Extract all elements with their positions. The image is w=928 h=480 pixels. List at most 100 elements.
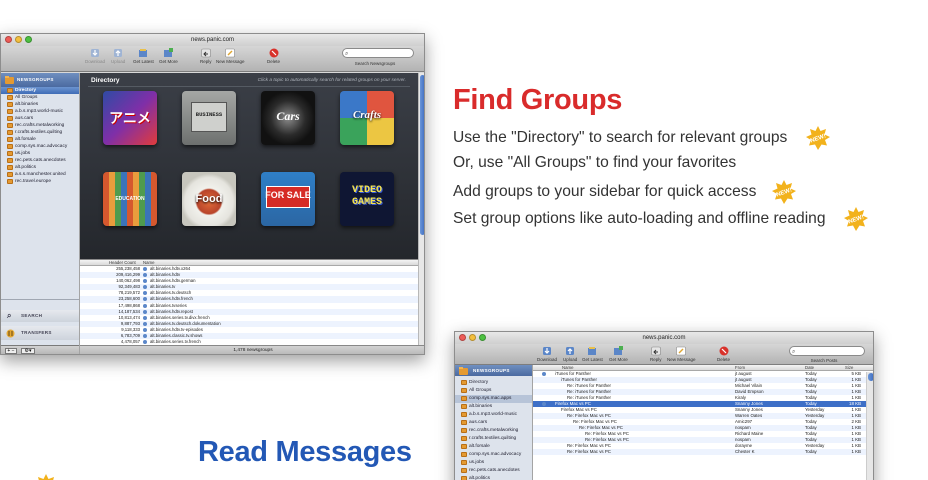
sidebar-item[interactable]: a.b.s.mp3.world-music — [1, 108, 79, 115]
directory-tile-forsale[interactable]: FOR SALE — [261, 172, 315, 226]
gear-icon[interactable]: ⚙▾ — [21, 348, 35, 354]
get-more-button[interactable]: Get More — [159, 47, 178, 65]
sidebar-item[interactable]: rec.pets.cats.anecdotes — [1, 157, 79, 164]
column-header-name[interactable]: Name — [143, 260, 154, 265]
column-header-name[interactable]: Name — [562, 365, 573, 370]
sidebar-item[interactable]: alt.binaries — [455, 403, 532, 411]
sidebar-item[interactable]: rec.crafts.metalworking — [455, 427, 532, 435]
download-icon — [90, 47, 101, 58]
sidebar-item[interactable]: alt.politics — [455, 475, 532, 480]
sidebar-item[interactable]: Directory — [1, 87, 79, 94]
close-button[interactable] — [459, 334, 466, 341]
sidebar-item[interactable]: Directory — [455, 379, 532, 387]
sidebar-section-newsgroups[interactable]: NEWSGROUPS — [455, 365, 532, 376]
sidebar-item[interactable]: a.b.s.mp3.world-music — [455, 411, 532, 419]
sidebar-item[interactable]: All Groups — [1, 94, 79, 101]
sidebar-item[interactable]: alt.forsale — [455, 443, 532, 451]
add-remove-button[interactable]: + − — [5, 348, 17, 354]
group-info-icon[interactable] — [143, 309, 147, 314]
message-list: Name From Date Size iTunes for Panther jt… — [533, 365, 873, 480]
group-info-icon[interactable] — [143, 297, 147, 302]
message-row[interactable]: Re: Firefox Mac vs PC Chester K Today 1 KB — [533, 449, 873, 455]
group-info-icon[interactable] — [143, 291, 147, 296]
sidebar-item[interactable]: comp.sys.mac.advocacy — [455, 451, 532, 459]
group-info-icon[interactable] — [143, 303, 147, 308]
upload-button[interactable]: Upload — [563, 345, 577, 363]
sidebar-item[interactable]: alt.binaries — [1, 101, 79, 108]
sidebar-item[interactable]: aus.cars — [1, 115, 79, 122]
group-info-icon[interactable] — [143, 321, 147, 326]
group-info-icon[interactable] — [143, 340, 147, 345]
directory-tile-business[interactable]: BUSINESS — [182, 91, 236, 145]
directory-tile-crafts[interactable]: Crafts — [340, 91, 394, 145]
new-badge-icon: NEW! — [772, 180, 796, 204]
sidebar-item[interactable]: aus.cars — [455, 419, 532, 427]
sidebar-item[interactable]: rec.crafts.metalworking — [1, 122, 79, 129]
sidebar-section-transfers[interactable]: TRANSFERS — [1, 326, 79, 340]
new-message-button[interactable]: New Message — [216, 47, 245, 65]
folder-icon — [7, 172, 13, 177]
group-info-icon[interactable] — [143, 315, 147, 320]
directory-tile-education[interactable]: EDUCATION — [103, 172, 157, 226]
new-message-button[interactable]: New Message — [667, 345, 696, 363]
delete-button[interactable]: Delete — [267, 47, 280, 65]
sidebar-item[interactable]: All Groups — [455, 387, 532, 395]
folder-icon — [461, 428, 467, 433]
column-header-date[interactable]: Date — [805, 365, 814, 370]
group-info-icon[interactable] — [143, 327, 147, 332]
search-posts-input[interactable]: ⌕ — [789, 346, 865, 356]
download-button[interactable]: Download — [537, 345, 557, 363]
column-header-count[interactable]: Header Count — [109, 260, 136, 265]
search-newsgroups-input[interactable]: ⌕ — [342, 48, 414, 58]
unison-window-directory: news.panic.com Download Upload Get Lates… — [0, 33, 425, 355]
sidebar-item[interactable]: a.s.s.manchester.united — [1, 171, 79, 178]
folder-icon — [7, 144, 13, 149]
column-header-from[interactable]: From — [735, 365, 745, 370]
sidebar-item[interactable]: rec.pets.cats.anecdotes — [455, 467, 532, 475]
upload-button[interactable]: Upload — [111, 47, 125, 65]
sidebar-item[interactable]: comp.sys.mac.advocacy — [1, 143, 79, 150]
sidebar-section-search[interactable]: ⌕ SEARCH — [1, 310, 79, 322]
sidebar-item[interactable]: us.jobs — [1, 150, 79, 157]
group-info-icon[interactable] — [143, 279, 147, 284]
directory-tile-videogames[interactable]: VIDEO GAMES — [340, 172, 394, 226]
reply-button[interactable]: Reply — [650, 345, 662, 363]
sidebar-item[interactable]: r.crafts.textiles.quilting — [455, 435, 532, 443]
toolbar: Download Upload Get Latest Get More Repl… — [1, 46, 424, 72]
sidebar-item[interactable]: rec.travel.europe — [1, 178, 79, 185]
directory-tile-anime[interactable]: アニメ — [103, 91, 157, 145]
zoom-button[interactable] — [479, 334, 486, 341]
reply-button[interactable]: Reply — [200, 47, 212, 65]
zoom-button[interactable] — [25, 36, 32, 43]
get-latest-button[interactable]: Get Latest — [133, 47, 154, 65]
group-info-icon[interactable] — [143, 273, 147, 278]
sidebar-item[interactable]: comp.sys.mac.apps — [455, 395, 532, 403]
close-button[interactable] — [5, 36, 12, 43]
group-info-icon[interactable] — [143, 285, 147, 290]
download-button[interactable]: Download — [85, 47, 105, 65]
minimize-button[interactable] — [469, 334, 476, 341]
get-latest-button[interactable]: Get Latest — [582, 345, 603, 363]
sidebar-item[interactable]: r.crafts.textiles.quilting — [1, 129, 79, 136]
new-badge-icon: NEW! — [806, 126, 830, 150]
sidebar-item[interactable]: alt.forsale — [1, 136, 79, 143]
scroll-thumb[interactable] — [420, 75, 424, 235]
sidebar-item[interactable]: alt.politics — [1, 164, 79, 171]
get-more-button[interactable]: Get More — [609, 345, 628, 363]
directory-pane: Directory Click a topic to automatically… — [80, 73, 418, 259]
feature-item: Set group options like auto-loading and … — [453, 210, 826, 227]
minimize-button[interactable] — [15, 36, 22, 43]
group-info-icon[interactable] — [143, 267, 147, 271]
upload-icon — [565, 345, 576, 356]
sidebar-section-newsgroups[interactable]: NEWSGROUPS — [1, 73, 79, 87]
vertical-scrollbar[interactable] — [418, 73, 424, 345]
sidebar-item[interactable]: us.jobs — [455, 459, 532, 467]
vertical-scrollbar[interactable] — [866, 372, 873, 480]
column-header-size[interactable]: Size — [845, 365, 853, 370]
search-label: Search Posts — [810, 358, 838, 363]
group-info-icon[interactable] — [143, 334, 147, 339]
directory-tile-cars[interactable]: Cars — [261, 91, 315, 145]
directory-tile-food[interactable]: Food — [182, 172, 236, 226]
delete-button[interactable]: Delete — [717, 345, 730, 363]
scroll-thumb[interactable] — [868, 373, 873, 381]
